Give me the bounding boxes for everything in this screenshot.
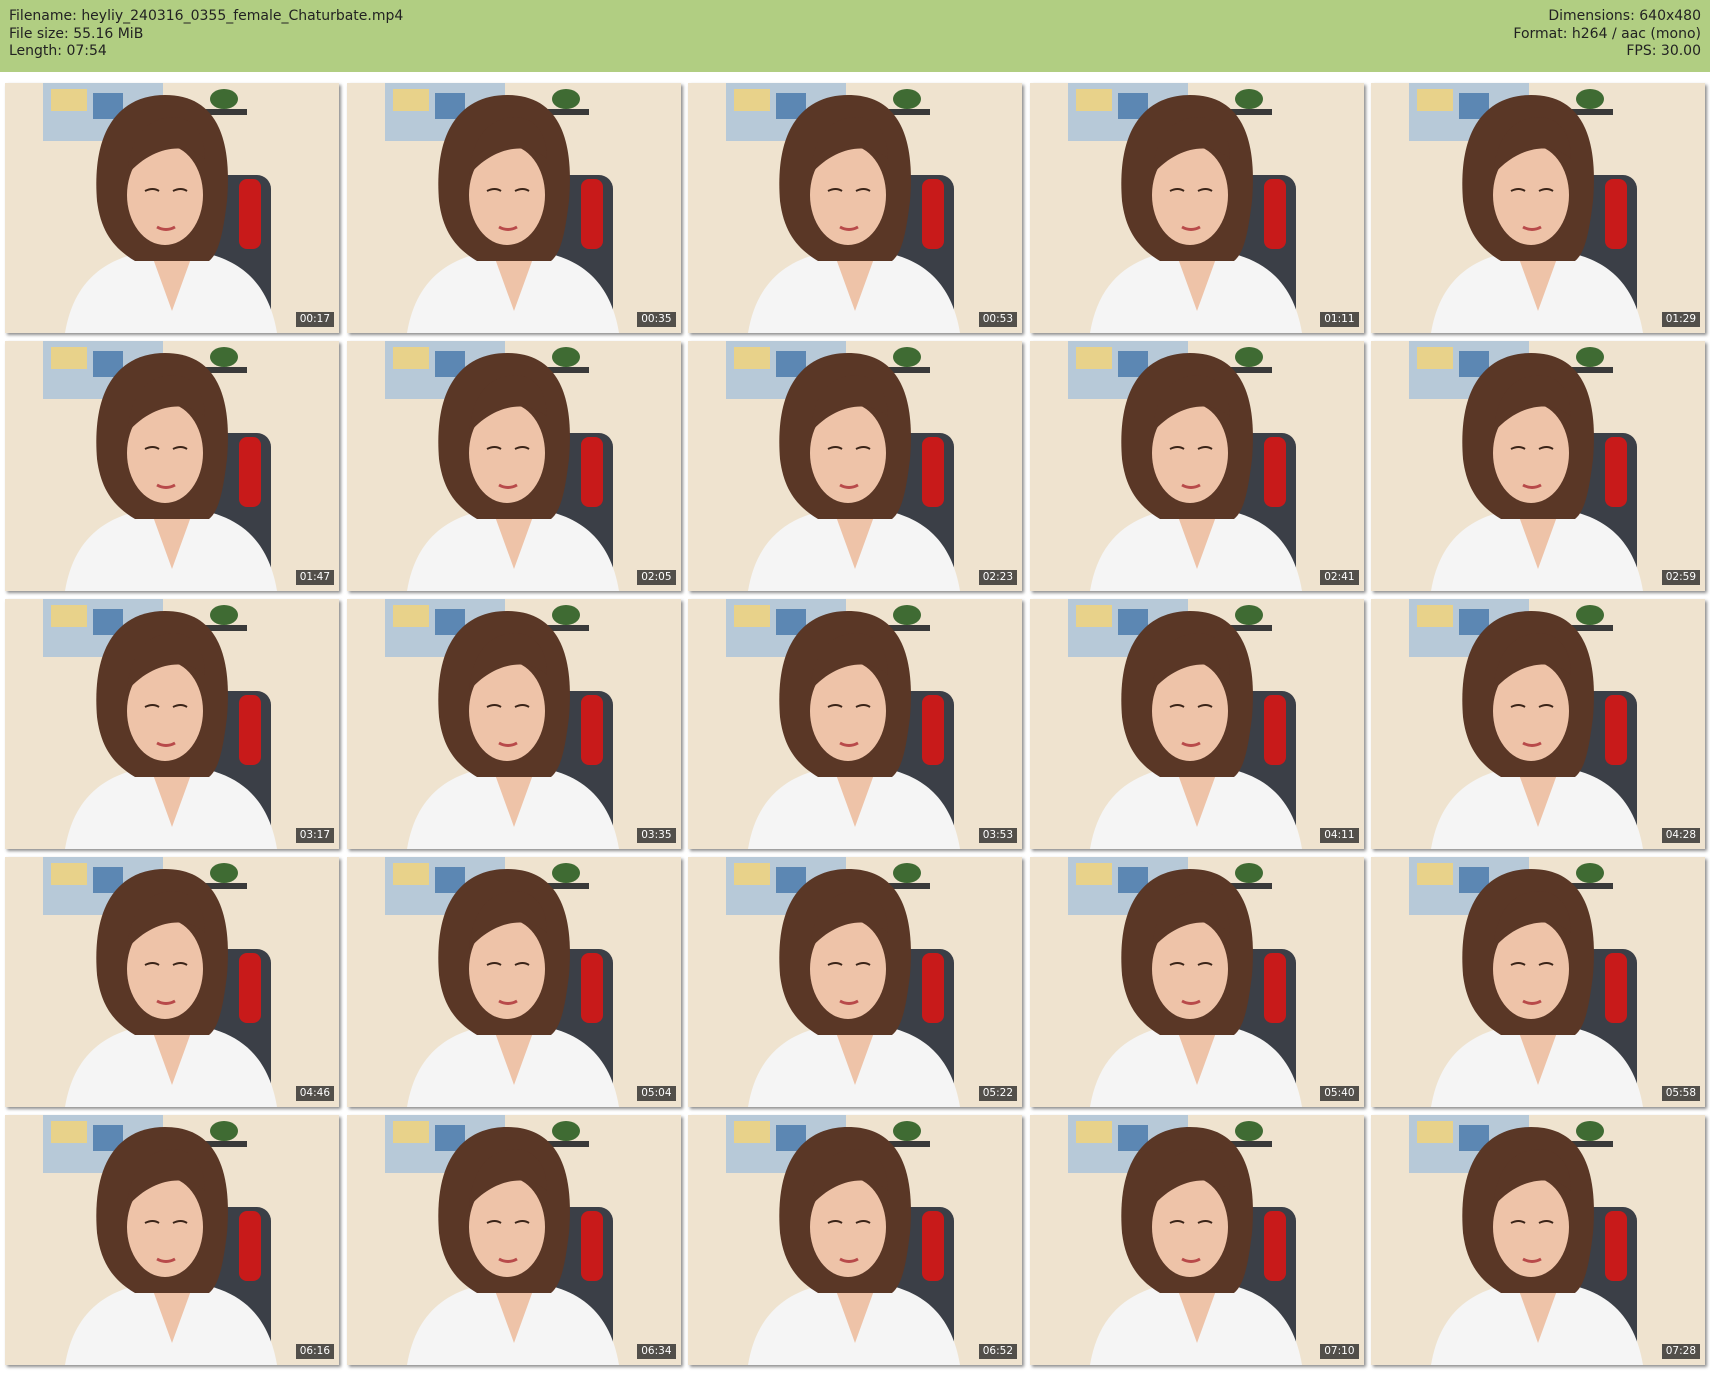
thumbnail-timestamp: 03:53 (978, 828, 1017, 843)
frame-image (1029, 83, 1364, 333)
thumbnail[interactable]: 06:52 (688, 1115, 1022, 1365)
frame-image (5, 1115, 339, 1365)
format-label: Format: (1513, 25, 1568, 42)
thumbnail[interactable]: 04:28 (1371, 599, 1705, 849)
thumbnail[interactable]: 04:11 (1029, 599, 1364, 849)
frame-image (5, 857, 339, 1107)
thumbnail-timestamp: 03:17 (295, 828, 334, 843)
thumbnail[interactable]: 07:10 (1029, 1115, 1364, 1365)
thumbnail[interactable]: 06:16 (5, 1115, 339, 1365)
thumbnail-timestamp: 00:35 (637, 312, 676, 327)
thumbnail-timestamp: 00:53 (978, 312, 1017, 327)
thumbnail-grid: 00:17 00:35 00:53 01:11 01:29 01:47 02:05 02:23… (5, 83, 1710, 1365)
dimensions-value: 640x480 (1639, 8, 1701, 24)
thumbnail[interactable]: 03:35 (346, 599, 681, 849)
thumbnail[interactable]: 07:28 (1371, 1115, 1705, 1365)
dimensions-label: Dimensions: (1548, 8, 1635, 24)
thumbnail-timestamp: 07:28 (1661, 1344, 1700, 1359)
thumbnail-timestamp: 01:11 (1320, 312, 1359, 327)
filesize-value: 55.16 MiB (73, 25, 144, 42)
frame-image (346, 857, 681, 1107)
filesize-row: File size: 55.16 MiB (9, 26, 403, 44)
thumbnail[interactable]: 03:17 (5, 599, 339, 849)
thumbnail[interactable]: 04:46 (5, 857, 339, 1107)
filename-value: heyliy_240316_0355_female_Chaturbate.mp4 (81, 8, 404, 24)
thumbnail-timestamp: 02:59 (1661, 570, 1700, 585)
thumbnail[interactable]: 03:53 (688, 599, 1022, 849)
filename-label: Filename: (9, 8, 77, 24)
thumbnail-timestamp: 01:29 (1661, 312, 1700, 327)
info-right: Dimensions: 640x480 Format: h264 / aac (… (1513, 8, 1701, 61)
frame-image (688, 857, 1022, 1107)
frame-image (5, 83, 339, 333)
thumbnail[interactable]: 02:05 (346, 341, 681, 591)
thumbnail-timestamp: 02:23 (978, 570, 1017, 585)
fps-label: FPS: (1626, 43, 1657, 59)
frame-image (1371, 1115, 1705, 1365)
frame-image (346, 599, 681, 849)
thumbnail-timestamp: 05:22 (978, 1086, 1017, 1101)
fps-row: FPS: 30.00 (1513, 43, 1701, 61)
length-row: Length: 07:54 (9, 43, 403, 61)
thumbnail[interactable]: 02:59 (1371, 341, 1705, 591)
frame-image (346, 83, 681, 333)
frame-image (1029, 1115, 1364, 1365)
thumbnail[interactable]: 00:35 (346, 83, 681, 333)
thumbnail-timestamp: 04:46 (295, 1086, 334, 1101)
length-value: 07:54 (66, 43, 107, 59)
frame-image (5, 599, 339, 849)
thumbnail-timestamp: 05:04 (637, 1086, 676, 1101)
frame-image (688, 1115, 1022, 1365)
thumbnail[interactable]: 01:11 (1029, 83, 1364, 333)
frame-image (346, 1115, 681, 1365)
frame-image (346, 341, 681, 591)
info-left: Filename: heyliy_240316_0355_female_Chat… (9, 8, 403, 61)
length-label: Length: (9, 43, 63, 59)
thumbnail-timestamp: 06:34 (637, 1344, 676, 1359)
thumbnail[interactable]: 01:47 (5, 341, 339, 591)
frame-image (688, 341, 1022, 591)
format-value: h264 / aac (mono) (1571, 25, 1701, 42)
thumbnail[interactable]: 02:41 (1029, 341, 1364, 591)
thumbnail-timestamp: 06:16 (295, 1344, 334, 1359)
info-header: Filename: heyliy_240316_0355_female_Chat… (0, 0, 1710, 72)
fps-value: 30.00 (1660, 43, 1701, 59)
thumbnail[interactable]: 05:22 (688, 857, 1022, 1107)
frame-image (1371, 341, 1705, 591)
frame-image (1029, 341, 1364, 591)
thumbnail[interactable]: 05:04 (346, 857, 681, 1107)
thumbnail[interactable]: 06:34 (346, 1115, 681, 1365)
thumbnail-timestamp: 05:40 (1320, 1086, 1359, 1101)
frame-image (1371, 599, 1705, 849)
thumbnail-timestamp: 02:05 (637, 570, 676, 585)
thumbnail-timestamp: 03:35 (637, 828, 676, 843)
filesize-label: File size: (9, 25, 69, 42)
dimensions-row: Dimensions: 640x480 (1513, 8, 1701, 26)
thumbnail[interactable]: 02:23 (688, 341, 1022, 591)
frame-image (688, 83, 1022, 333)
thumbnail[interactable]: 05:58 (1371, 857, 1705, 1107)
frame-image (688, 599, 1022, 849)
thumbnail[interactable]: 05:40 (1029, 857, 1364, 1107)
thumbnail-timestamp: 05:58 (1661, 1086, 1700, 1101)
frame-image (1371, 857, 1705, 1107)
thumbnail-timestamp: 00:17 (295, 312, 334, 327)
thumbnail[interactable]: 00:17 (5, 83, 339, 333)
thumbnail-timestamp: 07:10 (1320, 1344, 1359, 1359)
thumbnail-timestamp: 04:11 (1320, 828, 1359, 843)
format-row: Format: h264 / aac (mono) (1513, 26, 1701, 44)
thumbnail-timestamp: 02:41 (1320, 570, 1359, 585)
thumbnail[interactable]: 01:29 (1371, 83, 1705, 333)
thumbnail-timestamp: 01:47 (295, 570, 334, 585)
filename-row: Filename: heyliy_240316_0355_female_Chat… (9, 8, 403, 26)
frame-image (1029, 857, 1364, 1107)
frame-image (1371, 83, 1705, 333)
thumbnail[interactable]: 00:53 (688, 83, 1022, 333)
thumbnail-timestamp: 04:28 (1661, 828, 1700, 843)
frame-image (1029, 599, 1364, 849)
frame-image (5, 341, 339, 591)
thumbnail-timestamp: 06:52 (978, 1344, 1017, 1359)
